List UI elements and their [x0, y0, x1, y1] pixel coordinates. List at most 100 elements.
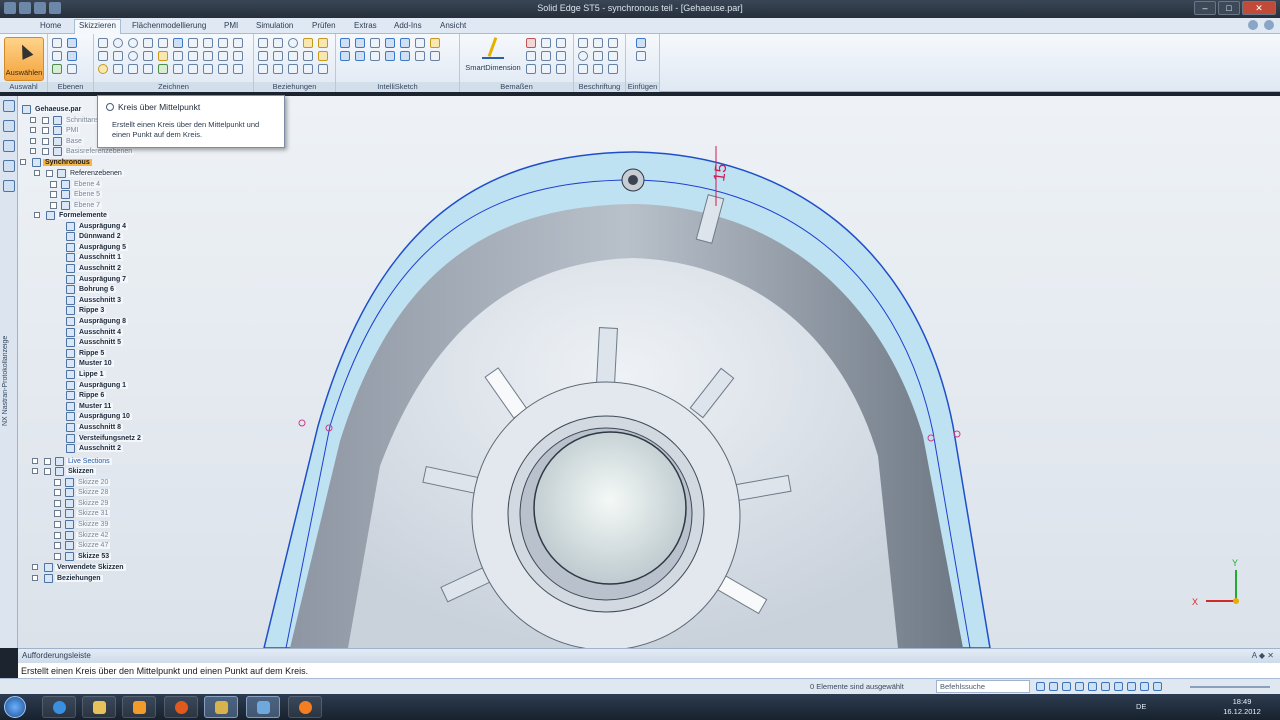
relationship-handles-icon[interactable] — [303, 64, 313, 74]
coordinate-dim-icon[interactable] — [556, 38, 566, 48]
rigid-icon[interactable] — [318, 51, 328, 61]
command-search-input[interactable]: Befehlssuche — [936, 680, 1030, 693]
surface-texture-icon[interactable] — [578, 51, 588, 61]
tree-node[interactable]: Ausschnitt 4 — [66, 327, 124, 337]
tree-node[interactable]: Dünnwand 2 — [66, 232, 123, 242]
visibility-checkbox[interactable] — [50, 180, 57, 188]
visibility-checkbox[interactable] — [54, 520, 61, 528]
tree-node[interactable]: Muster 10 — [66, 359, 114, 369]
balloon-icon[interactable] — [593, 38, 603, 48]
shading-icon[interactable] — [1127, 682, 1136, 691]
blend-icon[interactable] — [203, 64, 213, 74]
tree-node[interactable]: Ausprägung 10 — [66, 412, 132, 422]
text-dim-icon[interactable] — [556, 51, 566, 61]
dim-style-icon[interactable] — [556, 64, 566, 74]
tab-ansicht[interactable]: Ansicht — [436, 20, 470, 31]
insert-object-icon[interactable] — [636, 51, 646, 61]
tree-node[interactable]: Synchronous — [20, 157, 92, 167]
tree-node[interactable]: Skizzen — [32, 466, 96, 476]
equal-icon[interactable] — [273, 51, 283, 61]
layers-icon[interactable] — [3, 120, 15, 132]
visibility-checkbox[interactable] — [46, 169, 53, 177]
visibility-checkbox[interactable] — [42, 126, 49, 134]
rectangle-icon[interactable] — [98, 51, 108, 61]
collinear-icon[interactable] — [258, 64, 268, 74]
tree-node[interactable]: Skizze 29 — [54, 498, 111, 508]
corner-icon[interactable] — [218, 64, 228, 74]
tree-node[interactable]: Ebene 4 — [50, 179, 103, 189]
zoom-slider[interactable] — [1190, 686, 1270, 688]
feature-control-icon[interactable] — [578, 64, 588, 74]
is-parallel-icon[interactable] — [400, 51, 410, 61]
tree-node[interactable]: Live Sections — [32, 456, 112, 466]
tree-node[interactable]: Ausprägung 4 — [66, 221, 129, 231]
tree-node[interactable]: Ausschnitt 8 — [66, 422, 124, 432]
tangent-arc-icon[interactable] — [113, 64, 123, 74]
tree-node[interactable]: Skizze 31 — [54, 509, 111, 519]
tree-node[interactable]: Rippe 3 — [66, 306, 107, 316]
sketch-view-icon[interactable] — [1114, 682, 1123, 691]
circle-by-center-icon[interactable] — [98, 64, 108, 74]
plane-icon[interactable] — [52, 38, 62, 48]
system-clock[interactable]: 18:49 16.12.2012 — [1220, 697, 1264, 717]
taskbar-firefox[interactable] — [164, 696, 198, 718]
chamfer-dim-icon[interactable] — [526, 64, 536, 74]
expand-toggle-icon[interactable] — [34, 170, 40, 176]
midpoint-icon[interactable] — [288, 64, 298, 74]
symmetric-icon[interactable] — [303, 51, 313, 61]
taskbar-media[interactable] — [122, 696, 156, 718]
tree-node[interactable]: Ebene 7 — [50, 200, 103, 210]
tree-node[interactable]: Skizze 47 — [54, 541, 111, 551]
edge-condition-icon[interactable] — [593, 64, 603, 74]
tree-node[interactable]: Skizze 28 — [54, 488, 111, 498]
view-style-icon[interactable] — [1140, 682, 1149, 691]
offset-icon[interactable] — [173, 38, 183, 48]
tree-node[interactable]: Skizze 39 — [54, 519, 111, 529]
is-vertical-icon[interactable] — [355, 51, 365, 61]
is-spacer1-icon[interactable] — [370, 38, 380, 48]
tab-add-ins[interactable]: Add-Ins — [390, 20, 426, 31]
graphics-viewport[interactable]: 15 X Y — [18, 96, 1280, 648]
tree-node[interactable]: Formelemente — [34, 210, 109, 220]
is-spacer2-icon[interactable] — [370, 51, 380, 61]
is-horizontal-icon[interactable] — [340, 51, 350, 61]
select-button[interactable]: Auswählen — [4, 37, 44, 81]
scale-icon[interactable] — [233, 38, 243, 48]
visibility-checkbox[interactable] — [54, 542, 61, 550]
zoom-area-icon[interactable] — [1036, 682, 1045, 691]
family-icon[interactable] — [3, 140, 15, 152]
fit-icon[interactable] — [1062, 682, 1071, 691]
library-icon[interactable] — [3, 180, 15, 192]
nastran-log-tab[interactable]: NX Nastran-Protokollanzeige — [2, 226, 16, 426]
tree-node[interactable]: Ausprägung 1 — [66, 380, 129, 390]
expand-toggle-icon[interactable] — [32, 575, 38, 581]
expand-toggle-icon[interactable] — [30, 138, 36, 144]
expand-toggle-icon[interactable] — [30, 148, 36, 154]
tree-node[interactable]: Skizze 53 — [54, 551, 112, 561]
tab-skizzieren[interactable]: Skizzieren — [74, 19, 121, 34]
tab-pmi[interactable]: PMI — [220, 20, 242, 31]
tab-extras[interactable]: Extras — [350, 20, 381, 31]
language-indicator[interactable]: DE — [1136, 702, 1146, 711]
curve-icon[interactable] — [143, 51, 153, 61]
connect-icon[interactable] — [258, 38, 268, 48]
tree-node[interactable]: Ausprägung 7 — [66, 274, 129, 284]
is-center-icon[interactable] — [385, 38, 395, 48]
distance-between-icon[interactable] — [526, 38, 536, 48]
expand-toggle-icon[interactable] — [32, 458, 38, 464]
parallel-icon[interactable] — [258, 51, 268, 61]
datum-icon[interactable] — [608, 51, 618, 61]
tab-home[interactable]: Home — [36, 20, 65, 31]
is-tangent-icon[interactable] — [385, 51, 395, 61]
taskbar-recorder[interactable] — [288, 696, 322, 718]
tree-node[interactable]: Ausprägung 5 — [66, 242, 129, 252]
pan-icon[interactable] — [1075, 682, 1084, 691]
view-plane-icon[interactable] — [67, 51, 77, 61]
ribbon-minimize-icon[interactable] — [1248, 20, 1258, 30]
minimize-button[interactable]: – — [1194, 1, 1216, 15]
tree-node[interactable]: PMI — [30, 125, 81, 135]
text-profile-icon[interactable] — [188, 64, 198, 74]
circle-icon[interactable] — [128, 38, 138, 48]
stretch-icon[interactable] — [218, 51, 228, 61]
prompt-bar-buttons[interactable]: A ◆ ✕ — [1252, 651, 1274, 660]
